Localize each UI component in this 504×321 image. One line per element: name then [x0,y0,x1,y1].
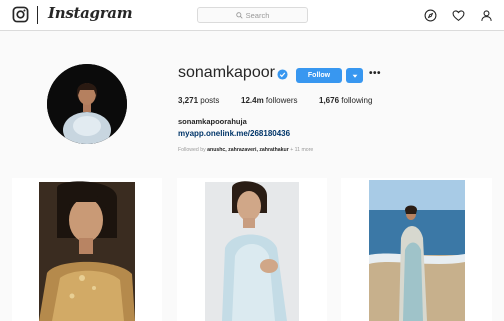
profile-avatar[interactable] [47,64,127,144]
logo-divider [37,6,38,24]
followed-by-text[interactable]: Followed by anushc, zahrazaveri, zahrath… [178,147,313,153]
posts-count: 3,271 [178,96,199,105]
follow-button[interactable]: Follow [296,68,342,83]
post-thumbnail[interactable] [341,178,492,321]
following-count: 1,676 [319,96,340,105]
profile-username: sonamkapoor [178,64,275,81]
profile-full-name: sonamkapoorahuja [178,117,247,126]
post-image [12,178,162,321]
user-icon[interactable] [480,9,493,22]
followers-count: 12.4m [241,96,264,105]
compass-icon[interactable] [424,9,437,22]
followed-by-prefix: Followed by [178,147,206,153]
followers-stat[interactable]: 12.4m followers [241,96,298,105]
more-options-button[interactable]: ••• [369,69,381,79]
profile-website-link[interactable]: myapp.onelink.me/268180436 [178,129,290,138]
following-stat[interactable]: 1,676 following [319,96,372,105]
chevron-down-icon [352,74,357,78]
top-nav: Instagram Search [0,0,504,31]
search-icon [235,11,243,19]
verified-badge-icon [277,69,288,80]
followed-by-suffix: + 11 more [290,147,314,153]
instagram-wordmark[interactable]: Instagram [48,4,133,22]
search-placeholder: Search [245,10,270,20]
post-image [177,178,327,321]
suggested-dropdown-button[interactable] [346,68,363,83]
followed-by-users: anushc, zahrazaveri, zahrathakur [207,147,289,153]
search-input[interactable]: Search [197,7,308,23]
heart-icon[interactable] [452,9,465,22]
posts-stat[interactable]: 3,271 posts [178,96,219,105]
profile-photo [47,64,127,144]
followers-label: followers [265,96,298,105]
following-label: following [341,96,373,105]
post-thumbnail[interactable] [12,178,162,321]
instagram-camera-icon[interactable] [12,6,29,23]
posts-label: posts [200,96,220,105]
post-image [341,178,492,321]
post-thumbnail[interactable] [177,178,327,321]
